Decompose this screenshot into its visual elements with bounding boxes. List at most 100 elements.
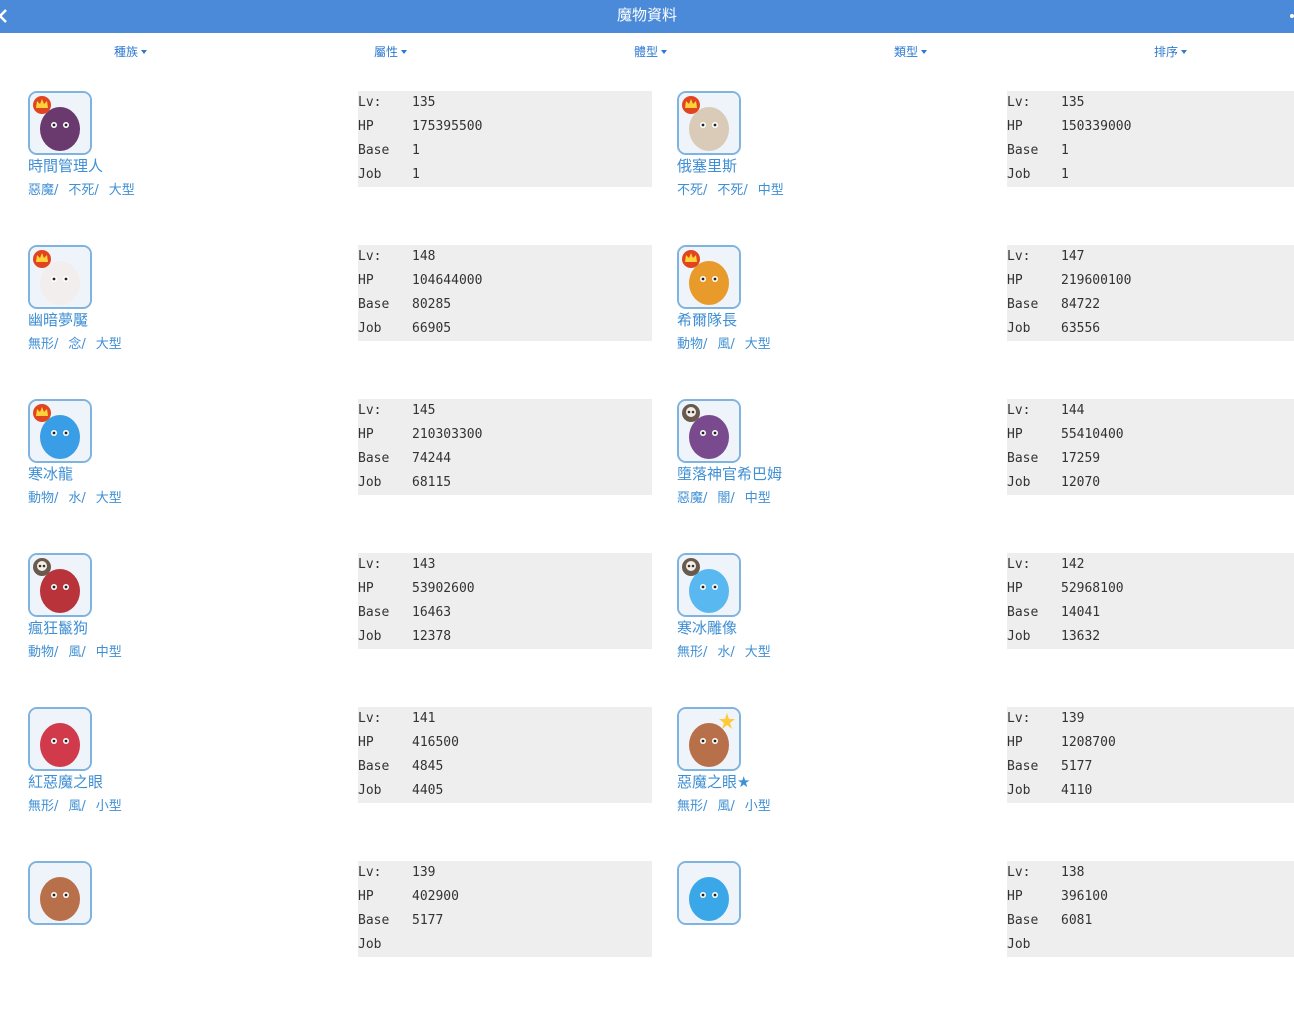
boss-crown-icon — [33, 404, 51, 422]
stat-level: Lv: 142 — [1007, 557, 1085, 572]
monster-tag[interactable]: 不死/ — [68, 183, 98, 198]
menu-dot-icon[interactable] — [1290, 14, 1294, 18]
stat-hp: HP 1208700 — [1007, 735, 1116, 750]
monster-card[interactable]: 希爾隊長 動物/風/大型 Lv: 147 HP 219600100 Base 8472… — [677, 245, 1294, 399]
monster-tag[interactable]: 大型 — [745, 337, 771, 352]
stat-job-exp: Job 4405 — [358, 783, 444, 798]
monster-avatar[interactable] — [28, 245, 92, 309]
monster-tag[interactable]: 惡魔/ — [28, 183, 58, 198]
monster-tags: 無形/風/小型 — [28, 795, 132, 814]
stat-hp: HP 55410400 — [1007, 427, 1124, 442]
monster-card[interactable]: 俄塞里斯 不死/不死/中型 Lv: 135 HP 150339000 Base 1 J… — [677, 91, 1294, 245]
monster-tag[interactable]: 中型 — [745, 491, 771, 506]
boss-crown-icon — [682, 96, 700, 114]
stat-base-exp: Base 16463 — [358, 605, 452, 620]
monster-tag[interactable]: 動物/ — [28, 491, 58, 506]
monster-name[interactable]: 幽暗夢魘 — [28, 309, 88, 330]
monster-tag[interactable]: 風/ — [717, 799, 734, 814]
monster-tag[interactable]: 中型 — [96, 645, 122, 660]
monster-tag[interactable]: 動物/ — [28, 645, 58, 660]
filter-sort[interactable]: 排序 — [1154, 43, 1188, 60]
monster-avatar[interactable] — [677, 553, 741, 617]
monster-name[interactable]: 惡魔之眼★ — [677, 771, 750, 792]
monster-avatar[interactable] — [28, 91, 92, 155]
monster-stats: Lv: 143 HP 53902600 Base 16463 Job 12378 — [358, 553, 652, 649]
stat-level: Lv: 139 — [358, 865, 436, 880]
stat-base-exp: Base 80285 — [358, 297, 452, 312]
monster-tag[interactable]: 中型 — [758, 183, 784, 198]
monster-tags: 惡魔/不死/大型 — [28, 179, 145, 198]
monster-card[interactable]: 寒冰龍 動物/水/大型 Lv: 145 HP 210303300 Base 74244… — [28, 399, 668, 553]
monster-avatar[interactable] — [28, 861, 92, 925]
stat-job-exp: Job 66905 — [358, 321, 452, 336]
monster-card[interactable]: 幽暗夢魘 無形/念/大型 Lv: 148 HP 104644000 Base 8028… — [28, 245, 668, 399]
filter-element[interactable]: 屬性 — [374, 43, 408, 60]
stat-base-exp: Base 6081 — [1007, 913, 1093, 928]
monster-card[interactable]: 瘋狂鬣狗 動物/風/中型 Lv: 143 HP 53902600 Base 16463… — [28, 553, 668, 707]
monster-tag[interactable]: 水/ — [68, 491, 85, 506]
monster-name[interactable]: 瘋狂鬣狗 — [28, 617, 88, 638]
monster-name[interactable]: 紅惡魔之眼 — [28, 771, 103, 792]
monster-tag[interactable]: 無形/ — [677, 645, 707, 660]
filter-size[interactable]: 體型 — [634, 43, 668, 60]
monster-card[interactable]: 紅惡魔之眼 無形/風/小型 Lv: 141 HP 416500 Base 4845 J… — [28, 707, 668, 861]
monster-tag[interactable]: 不死/ — [677, 183, 707, 198]
stat-hp: HP 175395500 — [358, 119, 483, 134]
stat-job-exp: Job — [1007, 937, 1031, 952]
monster-avatar[interactable] — [28, 399, 92, 463]
stat-base-exp: Base 5177 — [358, 913, 444, 928]
monster-tag[interactable]: 念/ — [68, 337, 85, 352]
monster-tag[interactable]: 闇/ — [717, 491, 734, 506]
monster-tag[interactable]: 大型 — [96, 337, 122, 352]
monster-card[interactable]: Lv: 138 HP 396100 Base 6081 Job — [677, 861, 1294, 1015]
monster-avatar[interactable] — [677, 861, 741, 925]
monster-tag[interactable]: 大型 — [96, 491, 122, 506]
monster-card[interactable]: Lv: 139 HP 402900 Base 5177 Job — [28, 861, 668, 1015]
monster-tag[interactable]: 惡魔/ — [677, 491, 707, 506]
stat-level: Lv: 135 — [358, 95, 436, 110]
monster-tag[interactable]: 小型 — [745, 799, 771, 814]
monster-tag[interactable]: 大型 — [109, 183, 135, 198]
monster-name[interactable]: 寒冰雕像 — [677, 617, 737, 638]
monster-tag[interactable]: 風/ — [68, 645, 85, 660]
monster-tag[interactable]: 風/ — [717, 337, 734, 352]
monster-card[interactable]: 惡魔之眼★ 無形/風/小型 Lv: 139 HP 1208700 Base 5177 … — [677, 707, 1294, 861]
monster-card[interactable]: 墮落神官希巴姆 惡魔/闇/中型 Lv: 144 HP 55410400 Base 17… — [677, 399, 1294, 553]
monster-name[interactable]: 俄塞里斯 — [677, 155, 737, 176]
monster-tag[interactable]: 大型 — [745, 645, 771, 660]
monster-stats: Lv: 148 HP 104644000 Base 80285 Job 66905 — [358, 245, 652, 341]
monster-tag[interactable]: 風/ — [68, 799, 85, 814]
monster-tags: 動物/風/中型 — [28, 641, 132, 660]
monster-card[interactable]: 寒冰雕像 無形/水/大型 Lv: 142 HP 52968100 Base 14041… — [677, 553, 1294, 707]
monster-tag[interactable]: 動物/ — [677, 337, 707, 352]
monster-tags: 無形/風/小型 — [677, 795, 781, 814]
monster-tag[interactable]: 小型 — [96, 799, 122, 814]
caret-down-icon — [141, 50, 148, 54]
monster-name[interactable]: 寒冰龍 — [28, 463, 73, 484]
monster-avatar[interactable] — [677, 91, 741, 155]
stat-job-exp: Job 63556 — [1007, 321, 1101, 336]
monster-tag[interactable]: 無形/ — [28, 337, 58, 352]
monster-tag[interactable]: 無形/ — [677, 799, 707, 814]
stat-level: Lv: 148 — [358, 249, 436, 264]
monster-avatar[interactable] — [677, 245, 741, 309]
monster-avatar[interactable] — [28, 553, 92, 617]
monster-avatar[interactable] — [28, 707, 92, 771]
filter-race[interactable]: 種族 — [114, 43, 148, 60]
monster-tag[interactable]: 水/ — [717, 645, 734, 660]
monster-name[interactable]: 時間管理人 — [28, 155, 103, 176]
filter-bar: 種族 屬性 體型 類型 排序 — [0, 33, 1294, 67]
monster-avatar[interactable] — [677, 399, 741, 463]
monster-stats: Lv: 141 HP 416500 Base 4845 Job 4405 — [358, 707, 652, 803]
monster-name[interactable]: 墮落神官希巴姆 — [677, 463, 782, 484]
monster-name[interactable]: 希爾隊長 — [677, 309, 737, 330]
stat-level: Lv: 141 — [358, 711, 436, 726]
monster-stats: Lv: 145 HP 210303300 Base 74244 Job 68115 — [358, 399, 652, 495]
monster-card[interactable]: 時間管理人 惡魔/不死/大型 Lv: 135 HP 175395500 Base 1 … — [28, 91, 668, 245]
stat-base-exp: Base 5177 — [1007, 759, 1093, 774]
monster-avatar[interactable] — [677, 707, 741, 771]
filter-type[interactable]: 類型 — [894, 43, 928, 60]
monster-stats: Lv: 139 HP 1208700 Base 5177 Job 4110 — [1007, 707, 1294, 803]
monster-tag[interactable]: 無形/ — [28, 799, 58, 814]
monster-tag[interactable]: 不死/ — [717, 183, 747, 198]
